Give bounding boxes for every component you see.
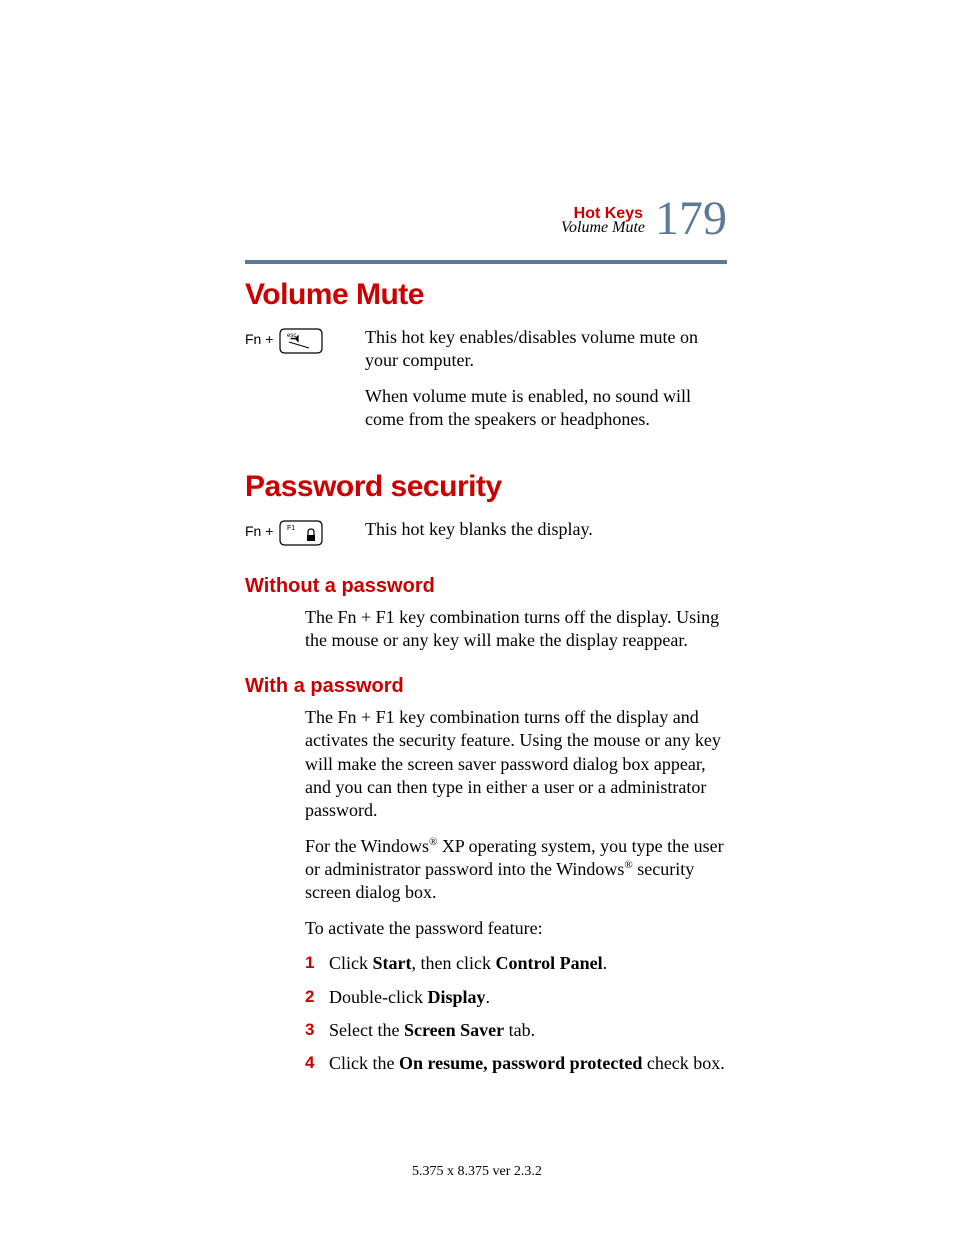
text: check box. bbox=[642, 1053, 724, 1073]
text: , then click bbox=[412, 953, 496, 973]
section-label: Volume Mute bbox=[561, 219, 645, 237]
hotkey-column: Fn + F1 bbox=[245, 518, 365, 549]
text: . bbox=[486, 987, 491, 1007]
text: tab. bbox=[504, 1020, 535, 1040]
bold-text: Display bbox=[427, 987, 485, 1007]
text: For the Windows bbox=[305, 836, 429, 856]
page-header: Hot Keys 179 Volume Mute bbox=[245, 195, 727, 243]
registered-mark: ® bbox=[624, 859, 632, 871]
password-p1: This hot key blanks the display. bbox=[365, 518, 727, 541]
password-row: Fn + F1 This hot key blanks the display. bbox=[245, 518, 727, 553]
step-1: Click Start, then click Control Panel. bbox=[305, 952, 727, 975]
bold-text: Screen Saver bbox=[404, 1020, 504, 1040]
text: Click bbox=[329, 953, 373, 973]
bold-text: Control Panel bbox=[495, 953, 602, 973]
heading-password-security: Password security bbox=[245, 470, 727, 504]
content-area: Volume Mute Fn + esc This hot key enable… bbox=[245, 278, 727, 1086]
step-2: Double-click Display. bbox=[305, 986, 727, 1009]
step-4: Click the On resume, password protected … bbox=[305, 1052, 727, 1075]
volume-mute-p1: This hot key enables/disables volume mut… bbox=[365, 326, 727, 373]
svg-text:F1: F1 bbox=[287, 525, 295, 532]
steps-list: Click Start, then click Control Panel. D… bbox=[305, 952, 727, 1076]
volume-mute-body: This hot key enables/disables volume mut… bbox=[365, 326, 727, 444]
heading-with-password: With a password bbox=[245, 675, 727, 698]
header-rule bbox=[245, 260, 727, 264]
hotkey-column: Fn + esc bbox=[245, 326, 365, 357]
without-password-body: The Fn + F1 key combination turns off th… bbox=[305, 606, 727, 653]
fn-label: Fn + bbox=[245, 520, 273, 539]
step-3: Select the Screen Saver tab. bbox=[305, 1019, 727, 1042]
password-body: This hot key blanks the display. bbox=[365, 518, 727, 553]
volume-mute-row: Fn + esc This hot key enables/disables v… bbox=[245, 326, 727, 444]
bold-text: On resume, password protected bbox=[399, 1053, 642, 1073]
page: Hot Keys 179 Volume Mute Volume Mute Fn … bbox=[0, 0, 954, 1235]
f1-key-icon: F1 bbox=[279, 520, 323, 549]
with-password-body: The Fn + F1 key combination turns off th… bbox=[305, 706, 727, 1076]
text: . bbox=[603, 953, 608, 973]
text: Click the bbox=[329, 1053, 399, 1073]
with-password-p1: The Fn + F1 key combination turns off th… bbox=[305, 706, 727, 823]
heading-without-password: Without a password bbox=[245, 575, 727, 598]
without-password-p1: The Fn + F1 key combination turns off th… bbox=[305, 606, 727, 653]
with-password-p3: To activate the password feature: bbox=[305, 917, 727, 940]
heading-volume-mute: Volume Mute bbox=[245, 278, 727, 312]
volume-mute-p2: When volume mute is enabled, no sound wi… bbox=[365, 385, 727, 432]
esc-key-icon: esc bbox=[279, 328, 323, 357]
with-password-p2: For the Windows® XP operating system, yo… bbox=[305, 835, 727, 905]
bold-text: Start bbox=[373, 953, 412, 973]
text: Double-click bbox=[329, 987, 427, 1007]
text: Select the bbox=[329, 1020, 404, 1040]
page-number: 179 bbox=[655, 195, 727, 243]
footer-label: 5.375 x 8.375 ver 2.3.2 bbox=[0, 1164, 954, 1180]
fn-label: Fn + bbox=[245, 328, 273, 347]
